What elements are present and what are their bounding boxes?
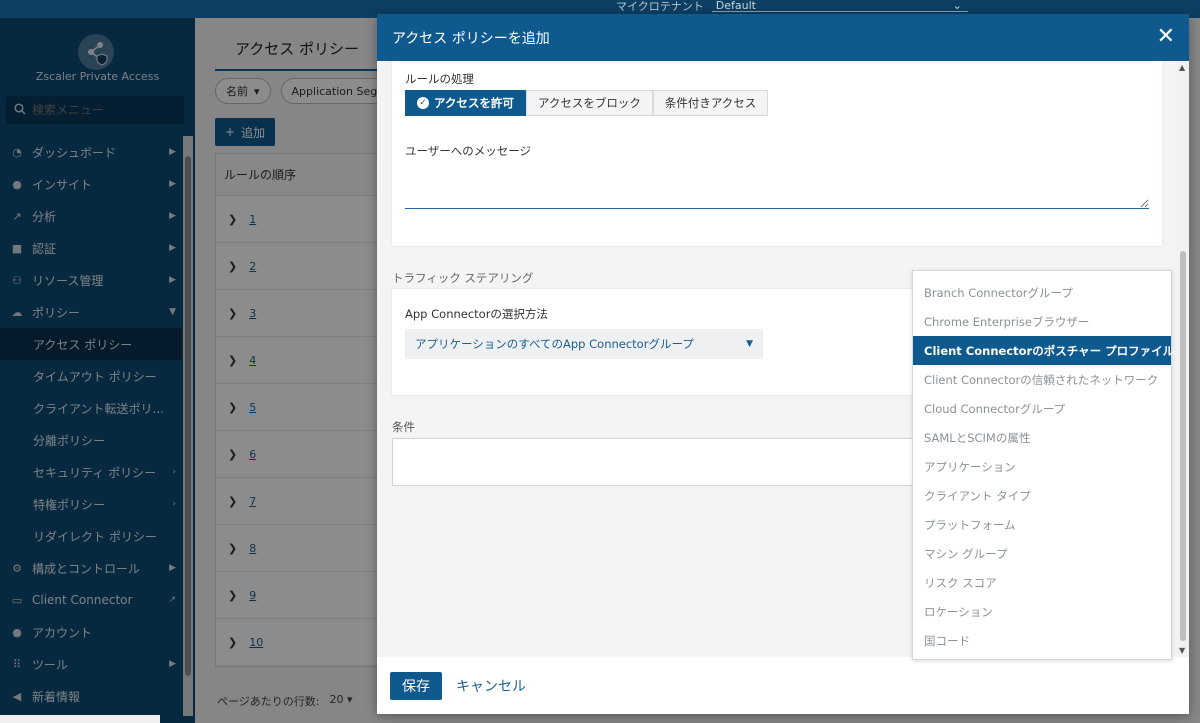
rule-action-label: ルールの処理: [405, 72, 474, 86]
dialog-scrollbar[interactable]: ▲ ▼: [1177, 61, 1189, 657]
option-risk-score[interactable]: リスク スコア: [913, 568, 1171, 597]
chevron-down-icon: ⌄: [952, 0, 962, 12]
tenant-value: Default: [715, 0, 756, 12]
option-client-type[interactable]: クライアント タイプ: [913, 481, 1171, 510]
option-platform[interactable]: プラットフォーム: [913, 510, 1171, 539]
option-saml-scim-attributes[interactable]: SAMLとSCIMの属性: [913, 423, 1171, 452]
sidebar: Zscaler Private Access ◔ダッシュボード▶ ●インサイト▶…: [0, 18, 195, 723]
dialog-footer: 保存 キャンセル: [377, 657, 1189, 714]
app-connector-select[interactable]: アプリケーションのすべてのApp Connectorグループ ▼: [405, 329, 763, 359]
dialog-header: アクセス ポリシーを追加 ✕: [377, 14, 1189, 61]
tenant-label: マイクロテナント: [616, 0, 704, 13]
allow-access-button[interactable]: ✓ アクセスを許可: [405, 90, 526, 116]
app-connector-label: App Connectorの選択方法: [405, 307, 548, 321]
save-button[interactable]: 保存: [390, 671, 442, 700]
option-machine-group[interactable]: マシン グループ: [913, 539, 1171, 568]
conditional-access-button[interactable]: 条件付きアクセス: [652, 90, 769, 116]
cancel-button[interactable]: キャンセル: [456, 676, 526, 696]
conditions-title: 条件: [392, 420, 415, 434]
block-access-button[interactable]: アクセスをブロック: [525, 90, 653, 116]
conditions-box[interactable]: [392, 438, 947, 486]
tenant-switcher: マイクロテナント Default ⌄: [616, 0, 968, 13]
option-location[interactable]: ロケーション: [913, 597, 1171, 626]
scrollbar-thumb[interactable]: [1180, 251, 1186, 641]
traffic-steering-title: トラフィック ステアリング: [392, 271, 534, 285]
scroll-up-icon[interactable]: ▲: [1179, 63, 1185, 72]
rule-action-segmented: ✓ アクセスを許可 アクセスをブロック 条件付きアクセス: [405, 90, 769, 116]
option-country-code[interactable]: 国コード: [913, 626, 1171, 655]
option-chrome-enterprise-browser[interactable]: Chrome Enterpriseブラウザー: [913, 307, 1171, 336]
scroll-down-icon[interactable]: ▼: [1179, 646, 1185, 655]
tooltip-fragment: [0, 715, 160, 723]
option-application[interactable]: アプリケーション: [913, 452, 1171, 481]
user-message-label: ユーザーへのメッセージ: [405, 144, 532, 158]
check-circle-icon: ✓: [417, 97, 429, 109]
rule-action-card: ルールの処理 ✓ アクセスを許可 アクセスをブロック 条件付きアクセス ユーザーへ…: [392, 61, 1162, 246]
option-client-connector-trusted-network[interactable]: Client Connectorの信頼されたネットワーク: [913, 365, 1171, 394]
close-icon[interactable]: ✕: [1157, 26, 1175, 48]
user-message-textarea[interactable]: [405, 159, 1149, 209]
dialog-title: アクセス ポリシーを追加: [392, 30, 550, 47]
option-client-connector-posture-profile[interactable]: Client Connectorのポスチャー プロファイル: [913, 336, 1174, 365]
caret-down-icon: ▼: [746, 339, 753, 349]
option-branch-connector-group[interactable]: Branch Connectorグループ: [913, 278, 1171, 307]
condition-type-dropdown: Branch Connectorグループ Chrome Enterpriseブラ…: [912, 270, 1174, 660]
tenant-select[interactable]: Default ⌄: [711, 0, 968, 12]
overlay-backdrop: [0, 18, 195, 723]
option-cloud-connector-group[interactable]: Cloud Connectorグループ: [913, 394, 1171, 423]
